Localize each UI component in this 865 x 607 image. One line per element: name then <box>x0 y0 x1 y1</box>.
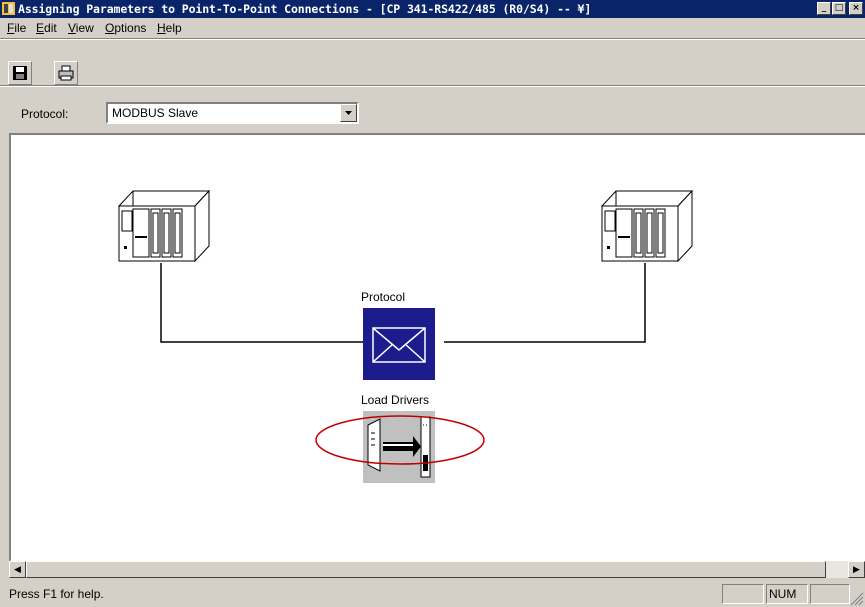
menu-view[interactable]: View <box>68 21 94 35</box>
horizontal-scrollbar[interactable]: ◀ ▶ <box>9 561 865 578</box>
plc-left-icon <box>117 189 211 263</box>
menu-file[interactable]: File <box>7 21 26 35</box>
scroll-left-button[interactable]: ◀ <box>9 561 26 578</box>
scrollbar-thumb[interactable] <box>26 561 826 578</box>
title-bar: Assigning Parameters to Point-To-Point C… <box>0 0 865 18</box>
protocol-label: Protocol: <box>21 107 69 121</box>
toolbar-separator-bottom <box>0 85 865 87</box>
save-button[interactable] <box>8 61 32 85</box>
resize-grip-icon[interactable] <box>850 592 864 606</box>
toolbar-separator-top <box>0 38 865 40</box>
plc-right-icon <box>600 189 694 263</box>
load-drivers-label: Load Drivers <box>361 393 430 407</box>
menu-bar: File Edit View Options Help <box>0 18 865 38</box>
menu-edit[interactable]: Edit <box>36 21 57 35</box>
close-button[interactable]: × <box>849 2 863 15</box>
window-title: Assigning Parameters to Point-To-Point C… <box>18 2 592 16</box>
protocol-selected-value: MODBUS Slave <box>112 106 199 120</box>
protocol-envelope-icon <box>363 308 435 380</box>
status-panel-scroll <box>810 584 850 604</box>
print-button[interactable] <box>54 61 78 85</box>
protocol-node-label: Protocol <box>361 290 406 304</box>
dropdown-arrow-button[interactable] <box>340 104 357 122</box>
load-drivers-icon <box>363 411 435 483</box>
chevron-down-icon <box>345 111 352 115</box>
menu-help[interactable]: Help <box>157 21 182 35</box>
minimize-button[interactable]: _ <box>817 2 831 15</box>
print-icon <box>58 65 74 81</box>
status-text: Press F1 for help. <box>9 587 104 601</box>
maximize-button[interactable]: □ <box>832 2 846 15</box>
status-panel-empty <box>722 584 764 604</box>
connection-line-right <box>444 263 646 343</box>
protocol-dropdown[interactable]: MODBUS Slave <box>106 102 359 124</box>
app-icon[interactable] <box>2 2 15 15</box>
connection-line-left <box>160 263 363 343</box>
toolbar <box>0 38 865 87</box>
status-bar: Press F1 for help. NUM <box>0 582 865 607</box>
canvas-drawing <box>117 189 694 483</box>
status-num-indicator: NUM <box>766 584 808 604</box>
scroll-right-button[interactable]: ▶ <box>848 561 865 578</box>
connection-canvas[interactable]: Protocol Load Drivers <box>9 133 865 562</box>
save-icon <box>13 66 27 80</box>
menu-options[interactable]: Options <box>105 21 146 35</box>
